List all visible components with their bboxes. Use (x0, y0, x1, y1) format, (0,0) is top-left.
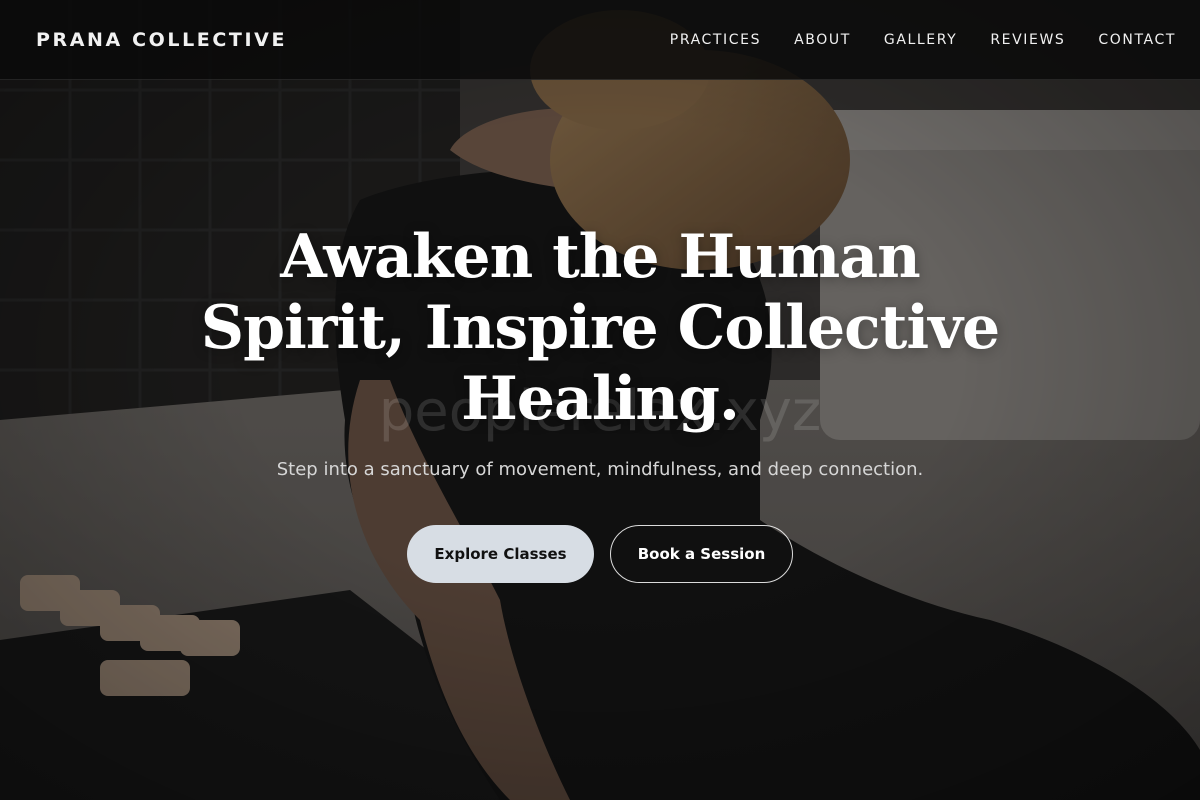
brand-logo[interactable]: PRANA COLLECTIVE (36, 29, 287, 51)
nav-link-contact[interactable]: CONTACT (1098, 32, 1176, 48)
nav-link-reviews[interactable]: REVIEWS (990, 32, 1065, 48)
nav-link-practices[interactable]: PRACTICES (670, 32, 761, 48)
hero-subtitle: Step into a sanctuary of movement, mindf… (276, 459, 924, 480)
nav-link-gallery[interactable]: GALLERY (884, 32, 957, 48)
nav-link-about[interactable]: ABOUT (794, 32, 851, 48)
explore-classes-button[interactable]: Explore Classes (407, 525, 594, 583)
book-session-button[interactable]: Book a Session (610, 525, 793, 583)
top-navbar: PRANA COLLECTIVE PRACTICES ABOUT GALLERY… (0, 0, 1200, 80)
main-nav: PRACTICES ABOUT GALLERY REVIEWS CONTACT (670, 32, 1176, 48)
hero-section: peoplerelax.xyz PRANA COLLECTIVE PRACTIC… (0, 0, 1200, 800)
hero-headline: Awaken the Human Spirit, Inspire Collect… (200, 222, 1000, 434)
